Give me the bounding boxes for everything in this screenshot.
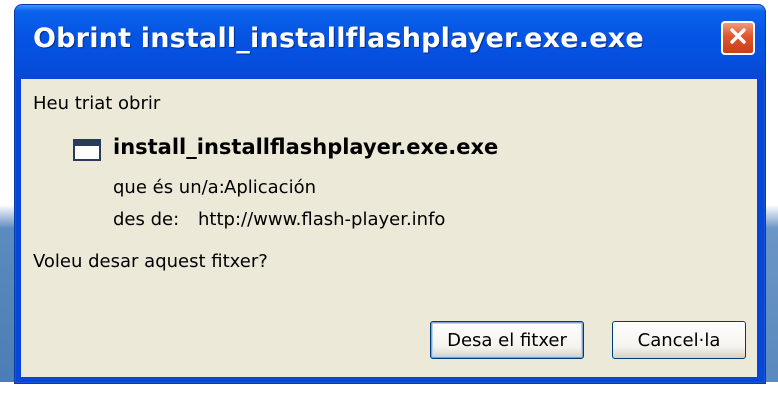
source-label: des de:: [113, 209, 180, 230]
prompt-text: Heu triat obrir: [33, 93, 161, 114]
dialog-body: Heu triat obrir install_installflashplay…: [21, 79, 757, 377]
close-button[interactable]: [721, 21, 755, 55]
file-type-label: que és un/a:: [113, 177, 225, 198]
close-icon: [728, 26, 748, 50]
title-bar[interactable]: Obrint install_installflashplayer.exe.ex…: [15, 5, 765, 79]
window-title: Obrint install_installflashplayer.exe.ex…: [33, 23, 644, 54]
application-window-icon: [73, 139, 101, 161]
file-name: install_installflashplayer.exe.exe: [113, 135, 499, 159]
open-file-dialog: Obrint install_installflashplayer.exe.ex…: [14, 4, 766, 384]
save-file-button[interactable]: Desa el fitxer: [430, 321, 584, 359]
source-url: http://www.flash-player.info: [198, 209, 446, 230]
background-desktop-right: [764, 0, 778, 394]
background-desktop-left: [0, 0, 14, 394]
cancel-button[interactable]: Cancel·la: [612, 321, 746, 359]
file-type-value: Aplicación: [224, 177, 316, 198]
save-question: Voleu desar aquest fitxer?: [33, 251, 268, 272]
